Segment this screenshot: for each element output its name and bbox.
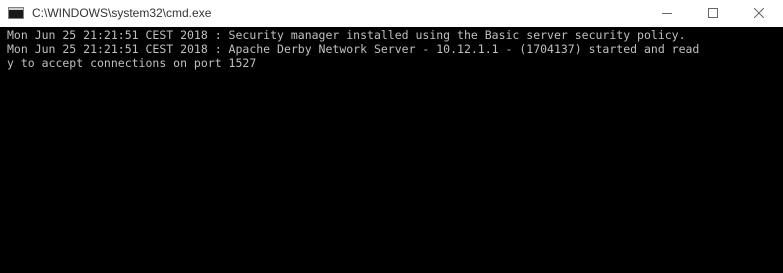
maximize-button[interactable] xyxy=(690,0,736,27)
cmd-console-icon[interactable] xyxy=(8,7,24,19)
close-button[interactable] xyxy=(736,0,782,27)
icon-title-strip xyxy=(9,8,23,10)
title-bar[interactable]: C:\WINDOWS\system32\cmd.exe xyxy=(0,0,783,27)
console-line: Mon Jun 25 21:21:51 CEST 2018 : Security… xyxy=(7,28,686,42)
console-text: Mon Jun 25 21:21:51 CEST 2018 : Security… xyxy=(7,28,783,70)
console-output-area[interactable]: Mon Jun 25 21:21:51 CEST 2018 : Security… xyxy=(0,27,783,273)
close-icon xyxy=(754,8,764,18)
minimize-icon xyxy=(662,13,672,14)
window-title: C:\WINDOWS\system32\cmd.exe xyxy=(32,6,212,20)
minimize-button[interactable] xyxy=(644,0,690,27)
cmd-window: C:\WINDOWS\system32\cmd.exe Mon Jun 25 2… xyxy=(0,0,783,273)
maximize-icon xyxy=(708,8,718,18)
console-line: y to accept connections on port 1527 xyxy=(7,56,257,70)
console-line: Mon Jun 25 21:21:51 CEST 2018 : Apache D… xyxy=(7,42,700,56)
